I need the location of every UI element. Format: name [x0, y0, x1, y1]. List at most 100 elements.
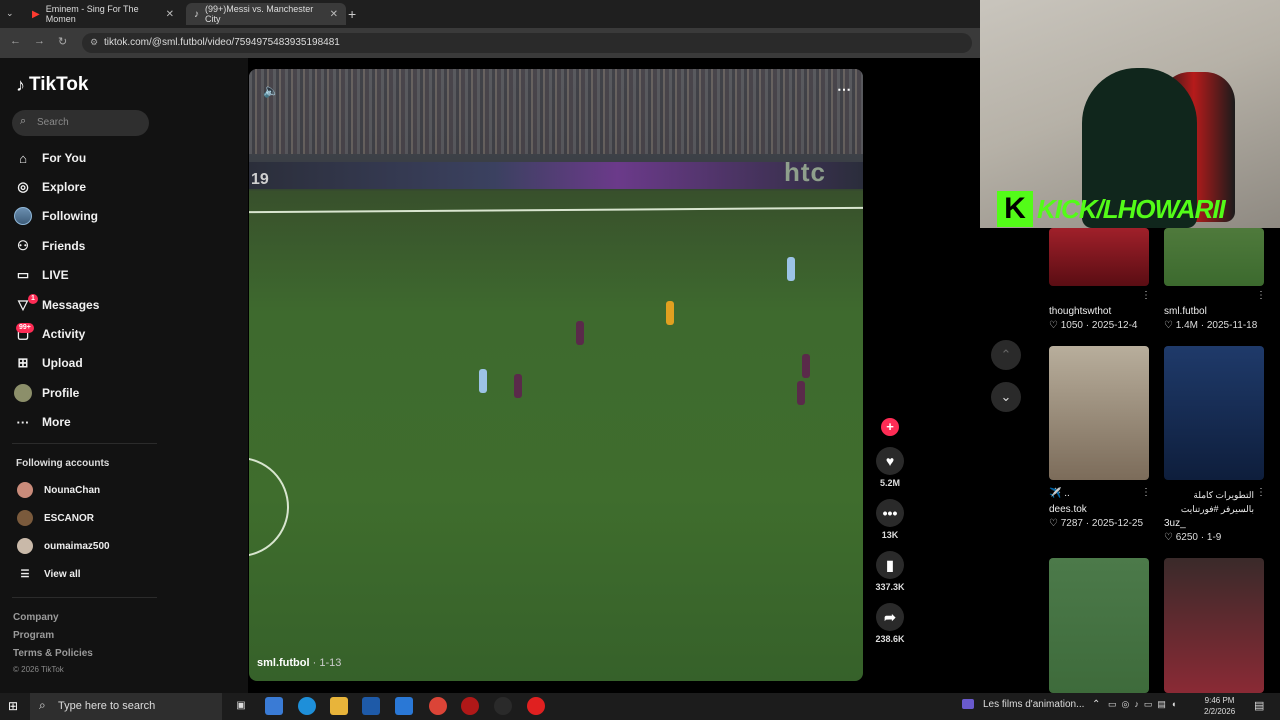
share-icon: ➦ — [876, 603, 904, 631]
video-thumbnail[interactable] — [1164, 346, 1264, 480]
account-name: NounaChan — [44, 484, 101, 496]
taskbar-search[interactable]: ⌕ Type here to search — [30, 693, 222, 720]
previous-video-button[interactable]: ⌃ — [991, 340, 1021, 370]
player-referee — [666, 301, 674, 325]
view-all-link[interactable]: ☰ View all — [17, 569, 81, 580]
nav-profile[interactable]: Profile — [14, 384, 79, 402]
system-tray-icons[interactable]: ▭◎♪▭▤◖ — [1108, 699, 1181, 710]
nav-label: For You — [42, 151, 87, 165]
like-button[interactable]: ♥ 5.2M — [874, 447, 906, 488]
grid-author[interactable]: sml.futbol — [1164, 306, 1207, 317]
follow-plus-button[interactable]: + — [881, 418, 899, 436]
reload-icon[interactable]: ↻ — [58, 35, 67, 48]
browser-tab-messi[interactable]: ♪ (99+)Messi vs. Manchester City ✕ — [186, 3, 346, 25]
more-options-icon[interactable]: ⋯ — [837, 81, 851, 98]
tab-list-chevron-icon[interactable]: ⌄ — [6, 8, 14, 19]
copilot-icon[interactable] — [265, 697, 283, 715]
video-author[interactable]: sml.futbol · 1-13 — [257, 657, 341, 669]
more-options-icon[interactable]: ⋮ — [1141, 290, 1151, 301]
search-icon: ⌕ — [20, 115, 27, 127]
footer-link-program[interactable]: Program — [13, 630, 54, 641]
save-button[interactable]: ▮ 337.3K — [874, 551, 906, 592]
advertising-board — [249, 162, 863, 189]
share-count: 238.6K — [875, 634, 905, 644]
nav-more[interactable]: ··· More — [14, 413, 71, 431]
list-icon: ☰ — [20, 569, 30, 580]
share-button[interactable]: ➦ 238.6K — [874, 603, 906, 644]
avatar — [17, 482, 33, 498]
grid-stats: ♡ 7287 · 2025-12-25 — [1049, 518, 1144, 529]
grid-likes: 1050 — [1060, 320, 1083, 331]
video-player[interactable]: 19 htc 🔈 ⋯ sml.futbol · 1-13 — [249, 69, 863, 681]
nav-label: Activity — [42, 327, 86, 341]
following-account[interactable]: ESCANOR — [17, 510, 94, 526]
close-tab-icon[interactable]: ✕ — [330, 9, 338, 20]
nav-for-you[interactable]: ⌂ For You — [14, 149, 86, 167]
following-avatar-icon — [14, 207, 32, 225]
site-info-icon[interactable]: ⚙ — [90, 37, 98, 48]
url-field[interactable]: ⚙ tiktok.com/@sml.futbol/video/759497548… — [82, 33, 972, 53]
video-thumbnail[interactable] — [1049, 228, 1149, 286]
grid-date: 2025-12-25 — [1091, 518, 1144, 529]
store-icon[interactable] — [362, 697, 380, 715]
chrome-icon[interactable] — [429, 697, 447, 715]
grid-author[interactable]: dees.tok — [1049, 504, 1087, 515]
windows-start-icon[interactable]: ⊞ — [8, 699, 18, 713]
video-thumbnail[interactable] — [1164, 228, 1264, 286]
grid-stats: ♡ 1050 · 2025-12-4 — [1049, 320, 1138, 331]
app-icon[interactable] — [461, 697, 479, 715]
new-tab-button[interactable]: + — [348, 6, 356, 22]
profile-avatar-icon — [14, 384, 32, 402]
steam-icon[interactable] — [494, 697, 512, 715]
video-date: · 1-13 — [309, 657, 342, 669]
file-explorer-icon[interactable] — [330, 697, 348, 715]
nav-label: Explore — [42, 180, 87, 194]
comment-button[interactable]: ••• 13K — [874, 499, 906, 540]
activity-badge: 99+ — [16, 323, 34, 333]
search-input[interactable]: ⌕ Search — [12, 110, 149, 136]
nav-label: Profile — [42, 386, 80, 400]
grid-author[interactable]: 3uz_ — [1164, 518, 1186, 529]
task-view-icon[interactable]: ▣ — [232, 697, 250, 715]
following-account[interactable]: NounaChan — [17, 482, 100, 498]
footer-link-company[interactable]: Company — [13, 612, 59, 623]
close-tab-icon[interactable]: ✕ — [166, 9, 174, 20]
grid-author[interactable]: thoughtswthot — [1049, 306, 1111, 317]
save-count: 337.3K — [875, 582, 905, 592]
more-options-icon[interactable]: ⋮ — [1256, 290, 1266, 301]
recording-app-icon[interactable] — [527, 697, 545, 715]
system-tray-chevron-icon[interactable]: ⌃ — [1092, 699, 1100, 710]
mail-icon[interactable] — [395, 697, 413, 715]
back-icon[interactable]: ← — [10, 35, 21, 47]
grid-date: 2025-11-18 — [1206, 320, 1258, 331]
taskbar-media-text[interactable]: Les films d'animation... — [983, 699, 1084, 710]
browser-tab-eminem[interactable]: ▶ Eminem - Sing For The Momen ✕ — [24, 3, 182, 25]
notification-icon[interactable]: ▤ — [1254, 699, 1264, 712]
nav-live[interactable]: ▭ LIVE — [14, 266, 69, 284]
nav-following[interactable]: Following — [14, 207, 98, 225]
nav-upload[interactable]: ⊞ Upload — [14, 354, 83, 372]
more-options-icon[interactable]: ⋮ — [1141, 487, 1151, 498]
edge-icon[interactable] — [298, 697, 316, 715]
nav-explore[interactable]: ◎ Explore — [14, 178, 86, 196]
more-options-icon[interactable]: ⋮ — [1256, 487, 1266, 498]
video-thumbnail[interactable] — [1049, 346, 1149, 480]
following-account[interactable]: oumaimaz500 — [17, 538, 110, 554]
grid-stats: ♡ 6250 · 1-9 — [1164, 532, 1222, 543]
forward-icon[interactable]: → — [34, 35, 45, 47]
footer-link-terms[interactable]: Terms & Policies — [13, 648, 93, 659]
board-sponsor-text: htc — [784, 157, 826, 187]
nav-friends[interactable]: ⚇ Friends — [14, 237, 85, 255]
volume-icon[interactable]: 🔈 — [263, 83, 279, 99]
nav-messages[interactable]: ▽ Messages — [14, 296, 99, 314]
next-video-button[interactable]: ⌄ — [991, 382, 1021, 412]
author-name: sml.futbol — [257, 657, 310, 669]
pitch-line — [249, 206, 863, 214]
video-thumbnail[interactable] — [1049, 558, 1149, 693]
search-icon: ⌕ — [39, 698, 46, 712]
player-barca — [797, 381, 805, 405]
following-accounts-title: Following accounts — [16, 458, 110, 469]
taskbar-clock[interactable]: 9:46 PM 2/2/2026 — [1204, 695, 1235, 717]
tiktok-logo[interactable]: ♪ TikTok — [16, 74, 88, 96]
video-thumbnail[interactable] — [1164, 558, 1264, 693]
